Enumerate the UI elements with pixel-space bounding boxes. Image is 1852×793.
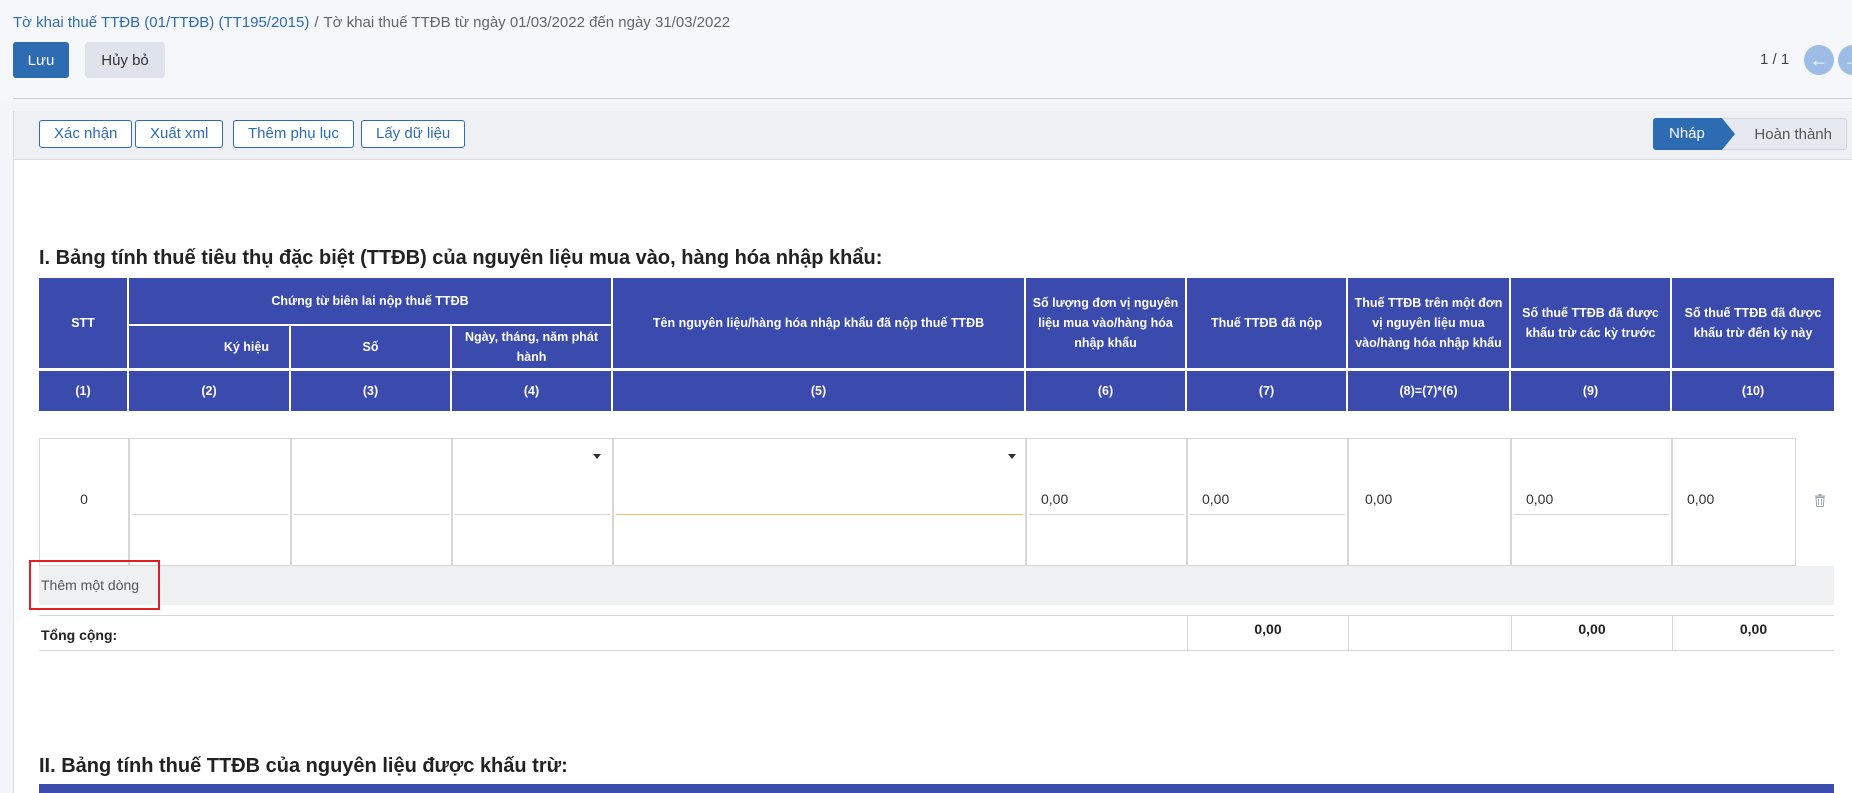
stage-draft[interactable]: Nháp (1653, 118, 1735, 150)
total-da-khau-tru-truoc: 0,00 (1511, 616, 1672, 650)
cell-divider (455, 514, 610, 515)
colnum-10: (10) (1672, 371, 1834, 411)
khau-tru-den-ky-cell: 0,00 (1672, 438, 1796, 566)
colnum-5: (5) (613, 371, 1024, 411)
highlight-box (29, 560, 160, 610)
totals-label: Tổng cộng: (41, 627, 118, 643)
header-ky-hieu: Ký hiệu (129, 326, 289, 368)
form-sheet: Xác nhận Xuất xml Thêm phụ lục Lấy dữ li… (13, 111, 1852, 793)
get-data-button[interactable]: Lấy dữ liệu (361, 120, 466, 148)
arrow-right-icon: → (1844, 50, 1852, 70)
cell-divider (1190, 514, 1345, 515)
table-row: 0 0,00 0,00 0,00 0,00 0,00 (39, 438, 1834, 566)
so-luong-value: 0,00 (1041, 491, 1069, 507)
colnum-1: (1) (39, 371, 127, 411)
so-luong-input[interactable]: 0,00 (1026, 438, 1187, 566)
totals-row: Tổng cộng: 0,00 0,00 0,00 (39, 615, 1834, 651)
form-statusbar: Xác nhận Xuất xml Thêm phụ lục Lấy dữ li… (14, 111, 1852, 160)
ten-nguyen-lieu-select[interactable] (613, 438, 1026, 566)
thue-tren-don-vi-cell: 0,00 (1348, 438, 1511, 566)
section-2-table-header (39, 784, 1834, 793)
total-thue-da-nop: 0,00 (1187, 616, 1348, 650)
confirm-button[interactable]: Xác nhận (39, 120, 133, 148)
discard-button[interactable]: Hủy bỏ (85, 42, 165, 78)
breadcrumb-separator: / (314, 14, 319, 31)
control-panel: Tờ khai thuế TTĐB (01/TTĐB) (TT195/2015)… (0, 0, 1852, 99)
cell-divider (132, 514, 288, 515)
thue-da-nop-input[interactable]: 0,00 (1187, 438, 1348, 566)
breadcrumb-current: Tờ khai thuế TTĐB từ ngày 01/03/2022 đến… (323, 14, 731, 31)
section-2-title: II. Bảng tính thuế TTĐB của nguyên liệu … (39, 755, 568, 777)
chevron-down-icon (1008, 454, 1016, 459)
header-receipt-group: Chứng từ biên lai nộp thuế TTĐB (129, 278, 611, 324)
colnum-7: (7) (1187, 371, 1346, 411)
colnum-8: (8)=(7)*(6) (1348, 371, 1509, 411)
total-thue-tren-don-vi (1348, 616, 1511, 650)
breadcrumb-parent-link[interactable]: Tờ khai thuế TTĐB (01/TTĐB) (TT195/2015) (13, 14, 309, 31)
chevron-down-icon (593, 454, 601, 459)
colnum-9: (9) (1511, 371, 1670, 411)
header-so: Số (291, 326, 450, 368)
da-khau-tru-truoc-input[interactable]: 0,00 (1511, 438, 1672, 566)
stage-done[interactable]: Hoàn thành (1720, 118, 1847, 150)
pager-previous-button[interactable]: ← (1804, 45, 1834, 75)
header-khau-tru-den-ky: Số thuế TTĐB đã được khấu trừ đến kỳ này (1672, 278, 1834, 368)
colnum-6: (6) (1026, 371, 1185, 411)
thue-tren-don-vi-value: 0,00 (1365, 491, 1393, 507)
add-line-row: Thêm một dòng (39, 566, 1834, 605)
breadcrumb: Tờ khai thuế TTĐB (01/TTĐB) (TT195/2015)… (13, 14, 730, 31)
header-ngay: Ngày, tháng, năm phát hành (452, 326, 611, 368)
colnum-4: (4) (452, 371, 611, 411)
section-1-title: I. Bảng tính thuế tiêu thụ đặc biệt (TTĐ… (39, 247, 883, 269)
ngay-date-picker[interactable] (452, 438, 613, 566)
arrow-left-icon: ← (1810, 50, 1828, 70)
left-gutter (0, 98, 13, 793)
row-stt-cell: 0 (39, 438, 129, 566)
colnum-2: (2) (129, 371, 289, 411)
da-khau-tru-truoc-value: 0,00 (1526, 491, 1554, 507)
trash-icon[interactable] (1814, 494, 1826, 507)
ky-hieu-input[interactable] (129, 438, 291, 566)
khau-tru-den-ky-value: 0,00 (1687, 491, 1715, 507)
header-thue-tren-don-vi: Thuế TTĐB trên một đơn vị nguyên liệu mu… (1348, 278, 1509, 368)
header-stt: STT (39, 278, 127, 368)
header-thue-da-nop: Thuế TTĐB đã nộp (1187, 278, 1346, 368)
cell-divider (1514, 514, 1669, 515)
export-xml-button[interactable]: Xuất xml (135, 120, 224, 148)
pager-value: 1 / 1 (1760, 51, 1790, 68)
header-so-luong: Số lượng đơn vị nguyên liệu mua vào/hàng… (1026, 278, 1185, 368)
pager-next-button[interactable]: → (1838, 45, 1852, 75)
header-da-khau-tru-truoc: Số thuế TTĐB đã được khấu trừ các kỳ trư… (1511, 278, 1670, 368)
header-ten-nguyen-lieu: Tên nguyên liệu/hàng hóa nhập khẩu đã nộ… (613, 278, 1024, 368)
cell-divider (616, 514, 1023, 515)
section-1-table-header: STT Chứng từ biên lai nộp thuế TTĐB Ký h… (39, 278, 1834, 433)
total-khau-tru-den-ky: 0,00 (1672, 616, 1834, 650)
save-button[interactable]: Lưu (13, 42, 69, 78)
cell-divider (1029, 514, 1184, 515)
row-stt-value: 0 (80, 491, 88, 507)
add-appendix-button[interactable]: Thêm phụ lục (233, 120, 354, 148)
thue-da-nop-value: 0,00 (1202, 491, 1230, 507)
so-input[interactable] (291, 438, 452, 566)
colnum-3: (3) (291, 371, 450, 411)
cell-divider (294, 514, 449, 515)
